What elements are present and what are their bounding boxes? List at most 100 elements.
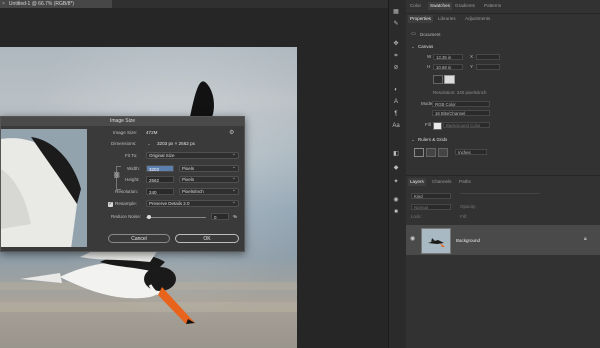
height-input[interactable]: 2562 xyxy=(146,176,174,183)
tab-adjustments[interactable]: Adjustments xyxy=(465,15,490,23)
layer-thumbnail-image xyxy=(422,229,450,253)
image-size-dialog: Image Size Image Size: 472M ⚙ Dimensions… xyxy=(0,116,245,252)
canvas-width-field[interactable]: 13.35 in xyxy=(433,54,463,60)
reduce-noise-label: Reduce Noise: xyxy=(111,214,142,219)
layer-name[interactable]: Background xyxy=(456,237,480,244)
cancel-button[interactable]: Cancel xyxy=(108,234,170,243)
fill-select[interactable]: Background Color xyxy=(443,122,490,128)
width-label: Width: xyxy=(127,166,141,171)
guides-icon[interactable] xyxy=(438,148,448,157)
dialog-title: Image Size xyxy=(1,117,244,126)
fit-to-label: Fit To: xyxy=(125,153,138,158)
fit-to-select[interactable]: Original Size xyxy=(146,152,239,159)
styles-icon[interactable]: ✦ xyxy=(391,178,401,186)
canvas-h-label: H xyxy=(427,64,431,69)
reduce-noise-unit: % xyxy=(233,214,238,219)
mode-select[interactable]: RGB Color xyxy=(432,101,490,107)
ok-button[interactable]: OK xyxy=(175,234,239,243)
ruler-icon[interactable] xyxy=(414,148,424,157)
layer-filter-icons[interactable] xyxy=(460,193,540,200)
document-tab[interactable]: × Untitled-1 @ 66.7% (RGB/8*) xyxy=(0,0,112,8)
checkbox-icon[interactable]: ✓ xyxy=(108,202,113,207)
height-label: Height: xyxy=(125,177,140,182)
tab-libraries[interactable]: Libraries xyxy=(438,15,456,23)
panel-divider xyxy=(406,175,600,176)
rulers-section-header: Rulers & Grids xyxy=(418,137,448,142)
tab-swatches[interactable]: Swatches xyxy=(428,2,452,10)
canvas-x-label: X xyxy=(470,54,474,59)
mode-label: Mode xyxy=(421,101,433,106)
tab-gradients[interactable]: Gradients xyxy=(455,2,475,10)
canvas-height-field[interactable]: 10.68 in xyxy=(433,64,463,70)
reduce-noise-input[interactable]: 0 xyxy=(211,213,229,220)
properties-document-label: Document xyxy=(420,32,441,37)
document-tab-title: Untitled-1 @ 66.7% (RGB/8*) xyxy=(8,1,75,7)
image-preview[interactable] xyxy=(1,129,87,247)
resample-select[interactable]: Preserve Details 2.0 xyxy=(146,200,239,207)
layer-kind-filter[interactable]: Kind xyxy=(411,193,451,199)
image-size-value: 472M xyxy=(146,130,158,135)
eyedropper-icon[interactable]: ⊘ xyxy=(391,64,401,72)
canvas-w-label: W xyxy=(427,54,432,59)
canvas-y-label: Y xyxy=(470,64,474,69)
tab-paths[interactable]: Paths xyxy=(459,178,471,186)
panel-divider xyxy=(406,13,600,14)
height-unit-select[interactable]: Pixels xyxy=(179,176,239,183)
image-size-label: Image Size: xyxy=(113,130,138,135)
document-icon: ▭ xyxy=(411,31,416,37)
resolution-unit-select[interactable]: Pixels/Inch xyxy=(179,188,239,195)
right-panels xyxy=(406,0,600,348)
resolution-label: Resolution: xyxy=(115,189,138,194)
canvas-y-field[interactable] xyxy=(476,64,500,70)
reduce-noise-slider[interactable] xyxy=(146,217,206,218)
tab-color[interactable]: Color xyxy=(410,2,421,10)
chevron-down-icon[interactable]: ⌄ xyxy=(147,140,151,148)
disclosure-triangle-icon[interactable]: ⌄ xyxy=(411,43,415,50)
link-icon[interactable]: ⛓ xyxy=(113,172,121,180)
layer-comps-icon[interactable]: ◧ xyxy=(391,150,401,158)
landscape-orientation-icon[interactable] xyxy=(444,75,455,84)
shapes-icon[interactable]: ◆ xyxy=(391,164,401,172)
resolution-text: Resolution: 240 pixels/inch xyxy=(433,90,487,95)
preview-image xyxy=(1,129,87,247)
close-icon[interactable]: × xyxy=(2,1,5,7)
crop-icon[interactable]: ⌗ xyxy=(391,52,401,60)
text-tool-icon[interactable]: A xyxy=(391,98,401,106)
blend-mode-select[interactable]: Normal xyxy=(411,204,451,210)
reduce-noise-slider-thumb[interactable] xyxy=(147,215,151,219)
tab-properties[interactable]: Properties xyxy=(408,15,433,23)
history-icon[interactable]: ▦ xyxy=(391,8,401,16)
fill-swatch[interactable] xyxy=(433,122,442,130)
eye-icon[interactable]: ◉ xyxy=(410,236,415,243)
lock-label: Lock: xyxy=(411,214,422,219)
paragraph-icon[interactable]: ¶ xyxy=(391,110,401,118)
bit-depth-select[interactable]: 16 Bits/Channel xyxy=(432,110,490,116)
gear-icon[interactable]: ⚙ xyxy=(229,129,234,137)
navigator-icon[interactable]: ◉ xyxy=(391,196,401,204)
fill-label: Fill xyxy=(425,122,431,127)
dimensions-value: 3203 px × 2562 px xyxy=(157,141,195,146)
portrait-orientation-icon[interactable] xyxy=(433,75,443,84)
tab-patterns[interactable]: Patterns xyxy=(484,2,501,10)
fill-opacity-label: Fill: xyxy=(460,214,467,219)
disclosure-triangle-icon[interactable]: ⌄ xyxy=(411,136,415,143)
layer-thumbnail xyxy=(421,228,451,254)
canvas-section-header: Canvas xyxy=(418,44,434,49)
canvas-x-field[interactable] xyxy=(476,54,500,60)
resolution-input[interactable]: 240 xyxy=(146,188,174,195)
brush-tool-icon[interactable]: ✎ xyxy=(391,20,401,28)
stop-icon[interactable]: ■ xyxy=(391,208,401,216)
resample-label: Resample: xyxy=(115,201,137,206)
tab-channels[interactable]: Channels xyxy=(432,178,451,186)
ruler-units-select[interactable]: Inches xyxy=(455,149,487,155)
character-icon[interactable]: Aa xyxy=(391,122,401,130)
width-input[interactable]: 3203 xyxy=(146,165,174,172)
adjust-icon[interactable]: ◐ xyxy=(391,86,401,94)
grid-icon[interactable] xyxy=(426,148,436,157)
lock-icon: 🔒︎ xyxy=(584,236,587,242)
tab-layers[interactable]: Layers xyxy=(408,178,426,186)
move-tool-icon[interactable]: ✥ xyxy=(391,40,401,48)
width-unit-select[interactable]: Pixels xyxy=(179,165,239,172)
dimensions-label: Dimensions: xyxy=(111,141,137,146)
opacity-label: Opacity: xyxy=(460,204,477,209)
